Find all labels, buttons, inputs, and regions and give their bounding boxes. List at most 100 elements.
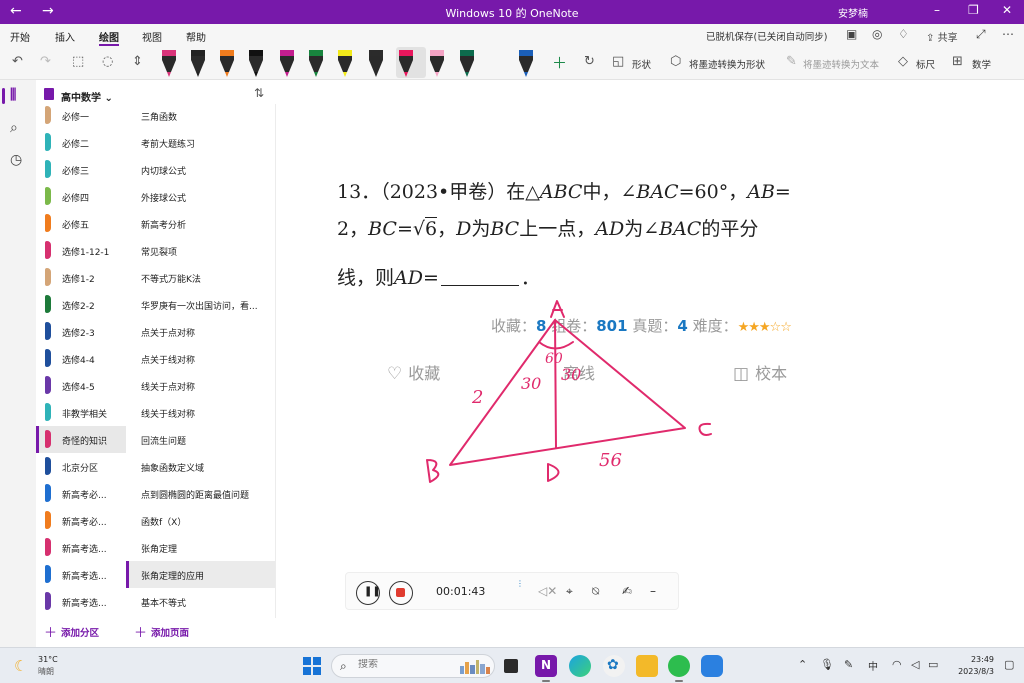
page-item[interactable]: 三角函数 [126, 104, 275, 129]
section-item[interactable]: 必修二 [36, 129, 126, 156]
pen-swatch[interactable] [460, 50, 474, 77]
battery-icon[interactable]: ▭ [928, 658, 938, 671]
bell-icon[interactable]: ♢ [898, 27, 909, 41]
add-pen-icon[interactable]: ＋ [552, 52, 567, 73]
ruler-icon[interactable]: ◇ [898, 54, 908, 69]
search-icon[interactable]: ⌕ [10, 120, 18, 136]
taskbar-search[interactable]: ⌕ [331, 654, 495, 678]
user-name[interactable]: 安梦楠 [838, 5, 868, 20]
pen-sign-icon[interactable]: ✍ [622, 584, 632, 598]
notebooks-icon[interactable]: ⫼ [10, 87, 16, 103]
recent-icon[interactable]: ◷ [10, 152, 22, 168]
restore-icon[interactable]: ❐ [968, 3, 979, 17]
notification-center-icon[interactable]: ▢ [1004, 658, 1014, 671]
section-item[interactable]: 必修五 [36, 210, 126, 237]
page-item[interactable]: 张角定理 [126, 534, 275, 561]
tab-insert[interactable]: 插入 [55, 29, 75, 44]
page-item[interactable]: 点关于线对称 [126, 345, 275, 372]
page-item[interactable]: 回流生问题 [126, 426, 275, 453]
shapes-icon[interactable]: ◱ [612, 54, 624, 69]
onenote-taskbar-icon[interactable]: N [535, 655, 557, 682]
section-item[interactable]: 选修4-4 [36, 345, 126, 372]
section-item[interactable]: 新高考选... [36, 588, 126, 615]
tab-help[interactable]: 帮助 [186, 29, 206, 44]
pen-swatch[interactable] [220, 50, 234, 77]
section-item[interactable]: 非教学相关 [36, 399, 126, 426]
page-item[interactable]: 函数f（X） [126, 507, 275, 534]
meeting-app-icon[interactable] [701, 655, 723, 677]
pen-swatch[interactable] [338, 50, 352, 77]
notebook-sync-icon[interactable]: ▣ [846, 27, 857, 41]
page-item[interactable]: 内切球公式 [126, 156, 275, 183]
page-canvas[interactable]: 13．（2023•甲卷）在△ABC中，∠BAC=60°，AB= 2，BC=√6，… [277, 80, 1024, 647]
page-item[interactable]: 新高考分析 [126, 210, 275, 237]
section-item[interactable]: 选修4-5 [36, 372, 126, 399]
wifi-icon[interactable]: ◠ [892, 658, 902, 671]
file-explorer-icon[interactable] [636, 655, 658, 677]
expand-icon[interactable]: ⤢ [976, 27, 986, 42]
page-item[interactable]: 抽象函数定义域 [126, 453, 275, 480]
wechat-icon[interactable] [668, 655, 690, 682]
page-item[interactable]: 基本不等式 [126, 588, 275, 615]
section-item[interactable]: 北京分区 [36, 453, 126, 480]
close-icon[interactable]: ✕ [1002, 3, 1012, 17]
pen-swatch[interactable] [519, 50, 533, 77]
pen-swatch[interactable] [399, 50, 413, 77]
pause-button[interactable]: ❚❚ [356, 581, 381, 605]
ink-to-shape-icon[interactable]: ⬡ [670, 54, 681, 69]
ink-to-shape-button[interactable]: 将墨迹转换为形状 [689, 57, 765, 71]
section-item[interactable]: 新高考必... [36, 507, 126, 534]
microphone-icon[interactable]: 🎙︎ [820, 658, 834, 671]
tab-home[interactable]: 开始 [10, 29, 30, 44]
page-item[interactable]: 线关于线对称 [126, 399, 275, 426]
pen-swatch[interactable] [249, 50, 263, 77]
pen-swatch[interactable] [369, 50, 383, 77]
page-item[interactable]: 外接球公式 [126, 183, 275, 210]
notebook-name[interactable]: 高中数学 ⌄ [61, 89, 113, 104]
math-icon[interactable]: ⊞ [952, 54, 963, 69]
section-item[interactable]: 选修2-2 [36, 291, 126, 318]
pen-swatch[interactable] [162, 50, 176, 77]
ruler-button[interactable]: 标尺 [916, 57, 935, 71]
minimize-icon[interactable]: – [934, 3, 940, 17]
section-item[interactable]: 必修三 [36, 156, 126, 183]
taskbar-clock[interactable]: 23:49 2023/8/3 [950, 654, 994, 678]
task-view-icon[interactable] [504, 659, 518, 673]
page-item[interactable]: 不等式万能K法 [126, 264, 275, 291]
share-button[interactable]: ⇪ 共享 [926, 29, 958, 44]
add-page-button[interactable]: ＋添加页面 [134, 622, 189, 641]
ink-replay-icon[interactable]: ↻ [584, 54, 595, 69]
input-method-indicator[interactable]: 中 [868, 658, 878, 673]
page-item[interactable]: 点到圆椭圆的距离最值问题 [126, 480, 275, 507]
minimize-recorder-icon[interactable]: – [650, 584, 656, 598]
lightbulb-icon[interactable]: ◎ [872, 27, 882, 41]
pen-swatch[interactable] [280, 50, 294, 77]
section-item[interactable]: 必修一 [36, 104, 126, 129]
pinwheel-app-icon[interactable]: ✿ [603, 655, 625, 677]
pen-tray-icon[interactable]: ✎ [844, 658, 853, 671]
page-item[interactable]: 张角定理的应用 [126, 561, 275, 588]
tab-draw[interactable]: 绘图 [99, 29, 119, 46]
ink-triangle-drawing[interactable]: 2 30 30 60 56 A B C D [277, 80, 1024, 647]
start-button[interactable] [303, 657, 321, 675]
pin-icon[interactable]: ⌖ [566, 584, 573, 599]
section-item[interactable]: 必修四 [36, 183, 126, 210]
ink-to-text-button[interactable]: 将墨迹转换为文本 [803, 57, 879, 71]
pen-swatch[interactable] [309, 50, 323, 77]
section-item[interactable]: 新高考必... [36, 480, 126, 507]
more-icon[interactable]: ⋯ [1002, 27, 1014, 41]
section-item[interactable]: 选修2-3 [36, 318, 126, 345]
page-item[interactable]: 华罗庚有一次出国访问，看... [126, 291, 275, 318]
page-item[interactable]: 线关于点对称 [126, 372, 275, 399]
section-item[interactable]: 新高考选... [36, 534, 126, 561]
add-section-button[interactable]: ＋添加分区 [44, 622, 99, 641]
tab-view[interactable]: 视图 [142, 29, 162, 44]
chevron-up-icon[interactable]: ⌃ [798, 658, 807, 671]
section-item[interactable]: 选修1-12-1 [36, 237, 126, 264]
page-item[interactable]: 常见裂项 [126, 237, 275, 264]
section-item[interactable]: 新高考选... [36, 561, 126, 588]
pen-swatch[interactable] [191, 50, 205, 77]
section-item[interactable]: 选修1-2 [36, 264, 126, 291]
page-item[interactable]: 考前大题练习 [126, 129, 275, 156]
volume-icon[interactable]: ◁ [911, 658, 919, 671]
